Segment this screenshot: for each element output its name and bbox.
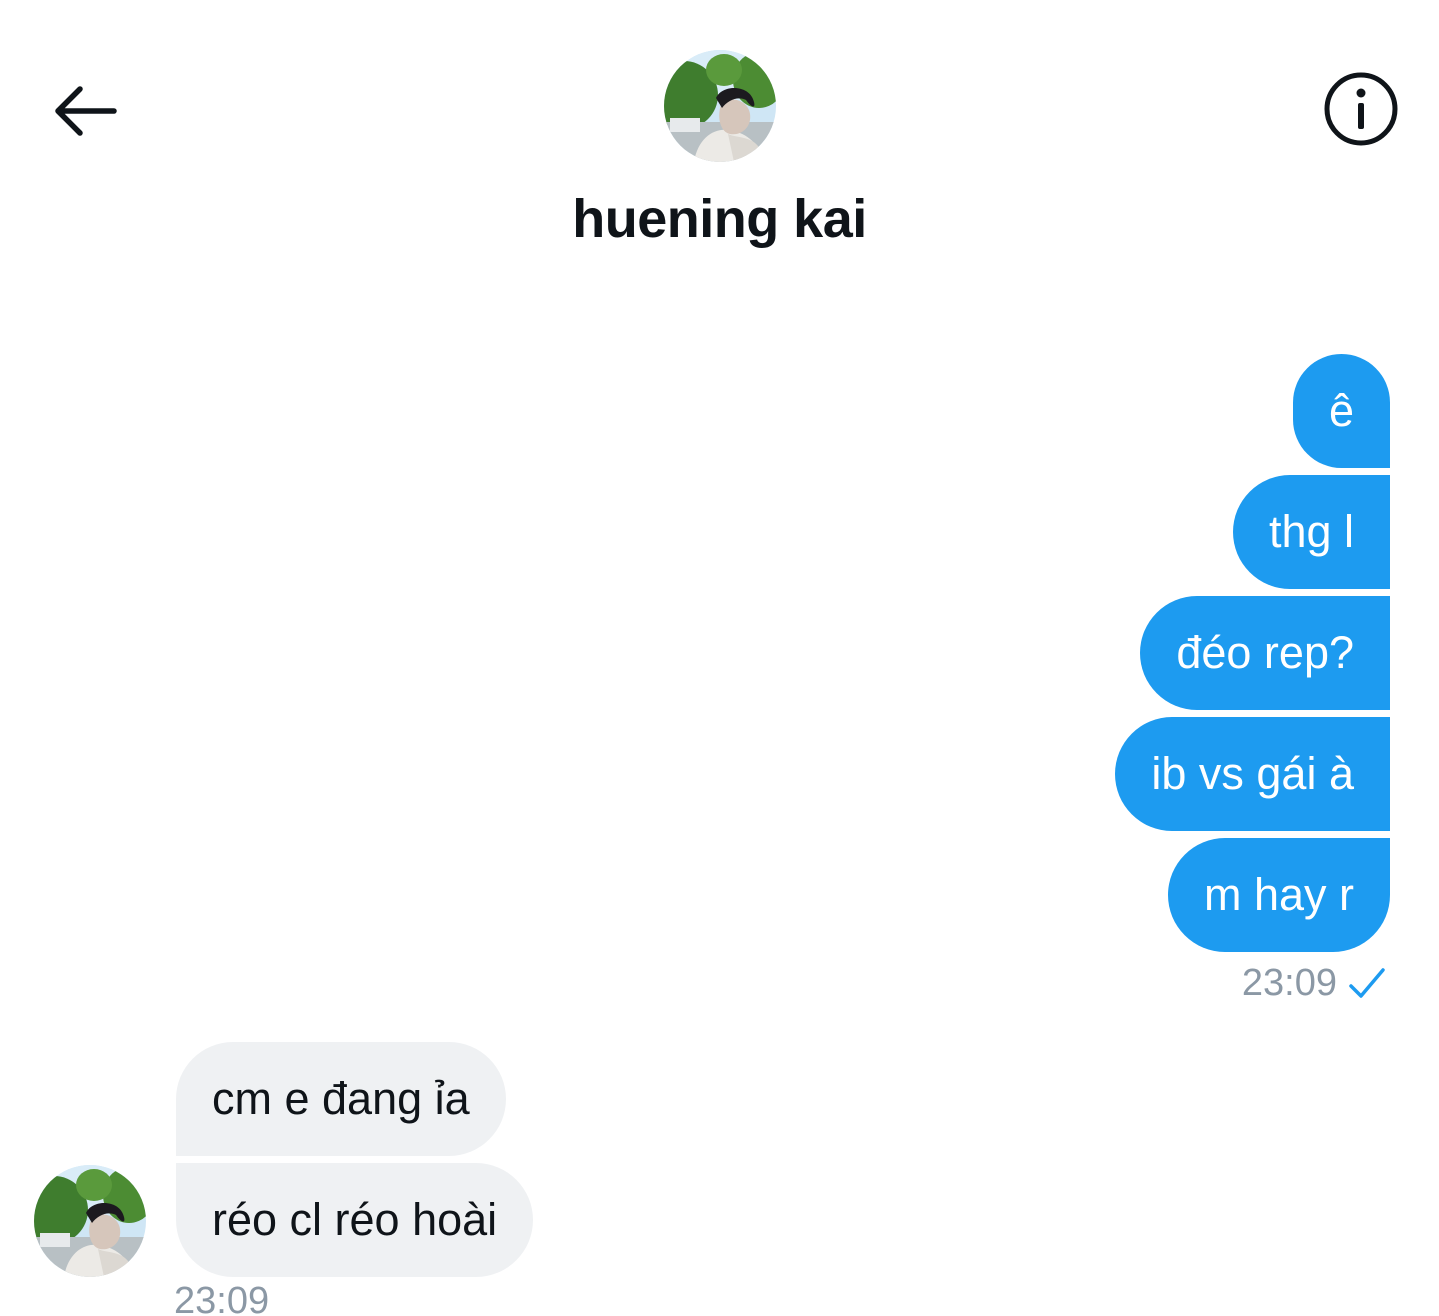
conversation-title: huening kai (572, 189, 867, 249)
sent-message[interactable]: thg l (1232, 475, 1390, 589)
header-avatar[interactable] (664, 50, 776, 162)
sent-message-meta: 23:09 (1242, 962, 1387, 1005)
sent-message[interactable]: m hay r (1167, 838, 1390, 952)
sent-message-group: ê thg l đéo rep? ib vs gái à m hay r (1115, 354, 1390, 952)
arrow-left-icon (55, 86, 117, 136)
received-message[interactable]: cm e đang ỉa (176, 1042, 506, 1156)
check-icon (1349, 967, 1385, 998)
info-button[interactable] (1320, 68, 1402, 150)
profile-photo (34, 1165, 146, 1277)
sent-message[interactable]: ê (1292, 354, 1390, 468)
received-message[interactable]: réo cl réo hoài (176, 1163, 534, 1277)
received-timestamp: 23:09 (174, 1280, 270, 1316)
profile-photo (664, 50, 776, 162)
received-message-group: cm e đang ỉa réo cl réo hoài (176, 1042, 534, 1277)
back-button[interactable] (44, 70, 126, 152)
sent-message[interactable]: đéo rep? (1140, 596, 1390, 710)
sent-timestamp: 23:09 (1241, 962, 1337, 1004)
sender-avatar[interactable] (34, 1165, 146, 1277)
info-icon (1324, 72, 1398, 146)
dm-conversation: huening kai ê thg l đéo rep? ib vs gái à… (0, 0, 1439, 1316)
sent-message[interactable]: ib vs gái à (1115, 717, 1390, 831)
